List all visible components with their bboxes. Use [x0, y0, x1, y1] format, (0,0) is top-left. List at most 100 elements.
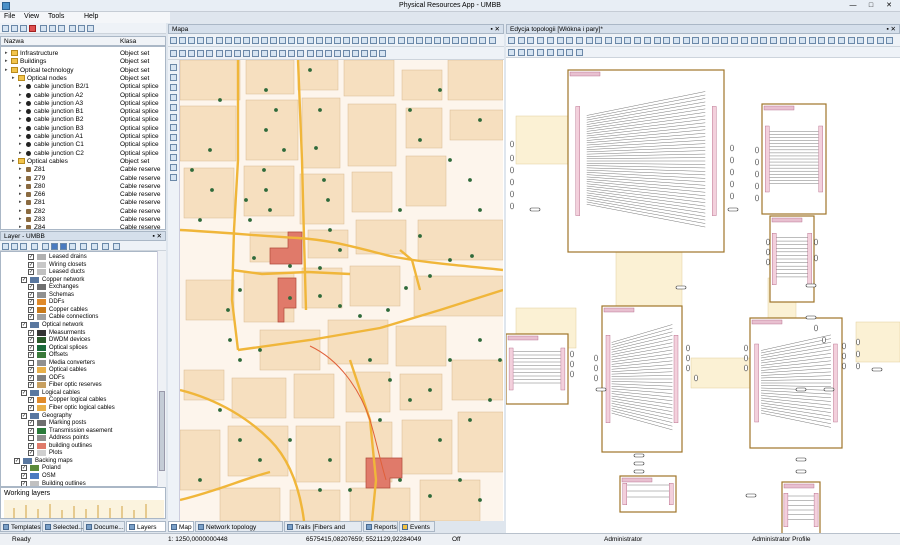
reserve-marker[interactable]	[805, 283, 817, 288]
move-up-icon[interactable]	[51, 243, 58, 250]
toolbar-button-icon[interactable]	[379, 50, 387, 57]
toolbar-button-icon[interactable]	[297, 37, 305, 44]
layer-checkbox[interactable]: ✓	[28, 329, 34, 336]
toolbar-button-icon[interactable]	[370, 50, 378, 57]
reserve-marker[interactable]	[595, 387, 607, 392]
toolbar-button-icon[interactable]	[297, 50, 305, 57]
reserve-marker[interactable]	[745, 493, 757, 498]
fiber-port[interactable]	[755, 170, 759, 178]
toolbar-button-icon[interactable]	[406, 37, 414, 44]
layer-checkbox[interactable]: ✓	[28, 420, 34, 427]
layer-checkbox[interactable]: ✓	[21, 480, 27, 486]
toolbar-button-icon[interactable]	[242, 50, 250, 57]
toolbar-button-icon[interactable]	[461, 37, 469, 44]
toolbar-button-icon[interactable]	[488, 37, 496, 44]
splice-point[interactable]	[226, 308, 230, 312]
toolbar-button-icon[interactable]	[361, 50, 369, 57]
lock-icon[interactable]	[87, 25, 94, 32]
splice-point[interactable]	[322, 178, 326, 182]
move-down-icon[interactable]	[60, 243, 67, 250]
fiber-port[interactable]	[814, 238, 818, 246]
toolbar-button-icon[interactable]	[324, 37, 332, 44]
fiber-port[interactable]	[755, 158, 759, 166]
toolbar-button-icon[interactable]	[847, 37, 855, 44]
splice-point[interactable]	[238, 358, 242, 362]
toolbar-button-icon[interactable]	[828, 37, 836, 44]
splice-point[interactable]	[210, 188, 214, 192]
topology-drawing[interactable]	[506, 58, 900, 533]
layer-row[interactable]: ✓ Building outlines	[1, 480, 157, 486]
layer-checkbox[interactable]: ✓	[14, 457, 20, 464]
layer-checkbox[interactable]: ✓	[28, 284, 34, 291]
toolbar-button-icon[interactable]	[760, 37, 768, 44]
fiber-port[interactable]	[510, 154, 514, 162]
layer-checkbox[interactable]: ✓	[21, 465, 27, 472]
topology-canvas[interactable]	[506, 58, 900, 533]
splice-point[interactable]	[264, 88, 268, 92]
tab-layers[interactable]: Layers	[126, 521, 166, 532]
splice-point[interactable]	[228, 338, 232, 342]
toolbar-button-icon[interactable]	[215, 50, 223, 57]
toolbar-button-icon[interactable]	[517, 37, 525, 44]
layer-find-icon[interactable]	[42, 243, 49, 250]
toolbar-button-icon[interactable]	[170, 50, 177, 57]
fiber-port[interactable]	[510, 166, 514, 174]
splice-point[interactable]	[258, 348, 262, 352]
fiber-port[interactable]	[730, 168, 734, 176]
toolbar-button-icon[interactable]	[215, 37, 223, 44]
layer-add-icon[interactable]	[2, 243, 9, 250]
splice-point[interactable]	[208, 148, 212, 152]
layer-lock-icon[interactable]	[113, 243, 120, 250]
splice-point[interactable]	[248, 218, 252, 222]
reserve-marker[interactable]	[805, 315, 817, 320]
layer-checkbox[interactable]: ✓	[28, 299, 34, 306]
splice-point[interactable]	[218, 408, 222, 412]
layer-checkbox[interactable]: ✓	[28, 427, 34, 434]
side-tool-icon[interactable]	[170, 134, 177, 141]
layer-checkbox[interactable]: ✓	[28, 442, 34, 449]
scrollbar-thumb[interactable]	[159, 391, 165, 471]
toolbar-button-icon[interactable]	[370, 37, 378, 44]
reserve-marker[interactable]	[633, 461, 645, 466]
toolbar-button-icon[interactable]	[233, 37, 241, 44]
toolbar-button-icon[interactable]	[857, 37, 865, 44]
splice-point[interactable]	[338, 304, 342, 308]
fiber-port[interactable]	[510, 178, 514, 186]
splice-point[interactable]	[448, 358, 452, 362]
splice-point[interactable]	[498, 358, 502, 362]
toolbar-button-icon[interactable]	[721, 37, 729, 44]
toolbar-button-icon[interactable]	[206, 37, 214, 44]
toolbar-button-icon[interactable]	[517, 49, 525, 56]
splice-point[interactable]	[408, 398, 412, 402]
toolbar-button-icon[interactable]	[342, 50, 350, 57]
splice-point[interactable]	[314, 146, 318, 150]
toolbar-button-icon[interactable]	[595, 37, 603, 44]
side-tool-icon[interactable]	[170, 144, 177, 151]
toolbar-button-icon[interactable]	[808, 37, 816, 44]
splice-point[interactable]	[418, 234, 422, 238]
toolbar-button-icon[interactable]	[682, 37, 690, 44]
fiber-port[interactable]	[842, 342, 846, 350]
layer-checkbox[interactable]: ✓	[28, 397, 34, 404]
layer-settings-icon[interactable]	[91, 243, 98, 250]
layer-checkbox[interactable]: ✓	[28, 254, 34, 260]
close-button[interactable]: ✕	[882, 1, 896, 10]
layer-checkbox[interactable]: ✓	[21, 412, 27, 419]
save-icon[interactable]	[20, 25, 27, 32]
layer-checkbox[interactable]: ✓	[28, 344, 34, 351]
toolbar-button-icon[interactable]	[470, 37, 478, 44]
side-tool-icon[interactable]	[170, 84, 177, 91]
splice-point[interactable]	[264, 128, 268, 132]
toolbar-button-icon[interactable]	[527, 49, 535, 56]
fiber-port[interactable]	[814, 254, 818, 262]
side-tool-icon[interactable]	[170, 114, 177, 121]
splice-point[interactable]	[358, 314, 362, 318]
layer-checkbox[interactable]: ✓	[21, 276, 27, 283]
fiber-port[interactable]	[755, 146, 759, 154]
splice-point[interactable]	[274, 108, 278, 112]
toolbar-button-icon[interactable]	[789, 37, 797, 44]
toolbar-button-icon[interactable]	[508, 49, 515, 56]
tree-row[interactable]: ▸ Z84 Cable reserve	[1, 223, 165, 229]
toolbar-button-icon[interactable]	[251, 37, 259, 44]
toolbar-button-icon[interactable]	[634, 37, 642, 44]
